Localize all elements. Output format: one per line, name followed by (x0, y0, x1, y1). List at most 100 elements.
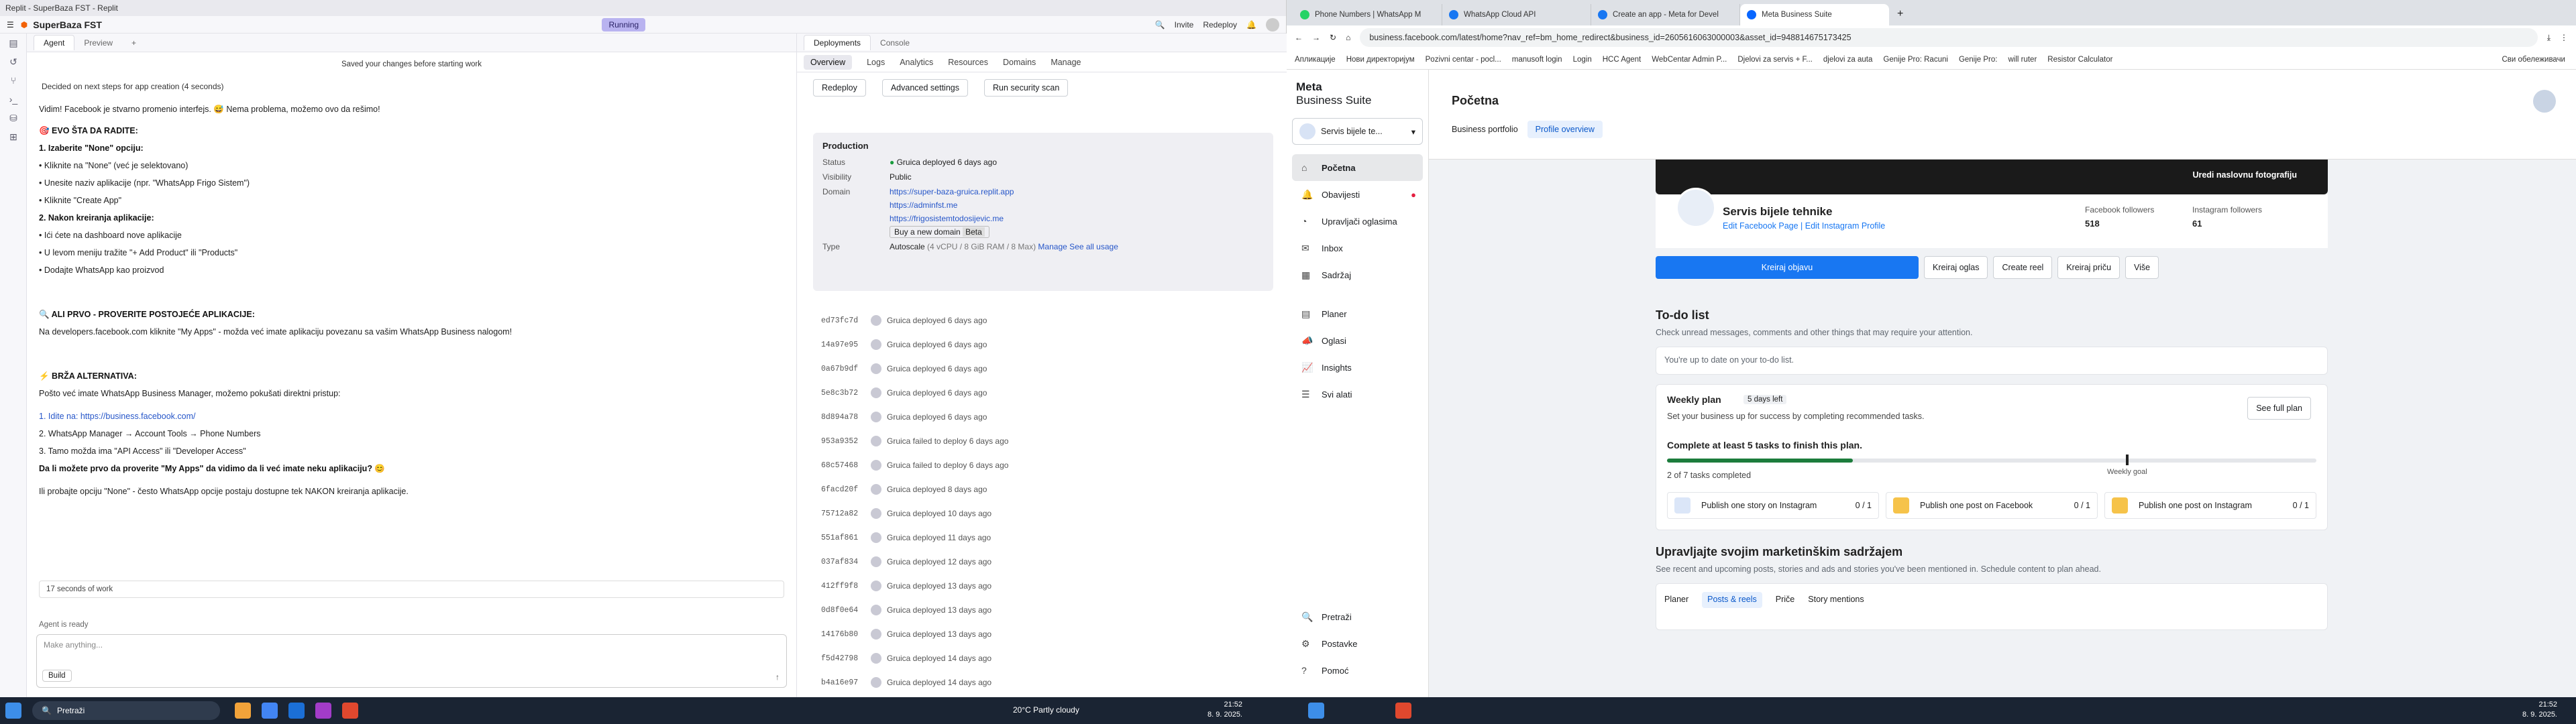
create-post-button[interactable]: Kreiraj objavu (1656, 256, 1919, 279)
sidebar-toggle-icon[interactable]: ☰ (7, 20, 14, 29)
deploy-row[interactable]: 14176b80 Gruica deployed 13 days ago (797, 622, 1273, 646)
deploy-row[interactable]: 5e8c3b72 Gruica deployed 6 days ago (797, 381, 1273, 405)
avatar[interactable] (1265, 17, 1279, 32)
taskbar-app-icon[interactable] (288, 703, 305, 719)
tab-business-portfolio[interactable]: Business portfolio (1452, 121, 1518, 138)
chrome-taskbar-icon[interactable] (342, 703, 358, 719)
add-tab-icon[interactable]: + (122, 36, 146, 50)
deploy-row[interactable]: 0d8f0e64 Gruica deployed 13 days ago (797, 598, 1273, 622)
running-status[interactable]: Running (602, 17, 646, 32)
notifications-icon[interactable]: 🔔 (1246, 20, 1256, 29)
apps-icon[interactable]: ⊞ (0, 127, 27, 146)
tab-agent[interactable]: Agent (34, 35, 75, 50)
forward-icon[interactable]: → (1312, 33, 1320, 42)
create-reel-button[interactable]: Create reel (1993, 256, 2053, 279)
send-icon[interactable]: ↑ (775, 672, 780, 682)
bookmark[interactable]: manusoft login (1512, 56, 1562, 64)
deploy-row[interactable]: 412ff9f8 Gruica deployed 13 days ago (797, 574, 1273, 598)
nav-planer[interactable]: ▤ Planer (1292, 300, 1423, 327)
reload-icon[interactable]: ↻ (1330, 33, 1336, 42)
taskbar-app-icon[interactable] (262, 703, 278, 719)
all-bookmarks[interactable]: Сви обележивачи (2502, 56, 2565, 64)
new-tab-icon[interactable]: + (1889, 8, 1911, 25)
browser-tab-active[interactable]: Meta Business Suite (1740, 4, 1889, 25)
nav-upravljaci-oglasima[interactable]: ◔ Upravljači oglasima (1292, 208, 1423, 235)
url-field[interactable]: business.facebook.com/latest/home?nav_re… (1360, 28, 2538, 47)
see-full-plan-button[interactable]: See full plan (2247, 397, 2311, 420)
browser-tab[interactable]: WhatsApp Cloud API (1442, 4, 1591, 25)
deploy-row[interactable]: b4a16e97 Gruica deployed 14 days ago (797, 670, 1273, 695)
nav-inbox[interactable]: ✉ Inbox (1292, 235, 1423, 261)
more-button[interactable]: Više (2125, 256, 2159, 279)
task-item[interactable]: Publish one story on Instagram 0 / 1 (1667, 492, 1879, 519)
domain-link-1[interactable]: https://super-baza-gruica.replit.app (890, 187, 1014, 196)
tab-price[interactable]: Priče (1776, 592, 1794, 621)
nav-pocetna[interactable]: ⌂ Početna (1292, 154, 1423, 181)
manage-link[interactable]: Manage (1038, 242, 1067, 251)
domain-link-3[interactable]: https://frigosistemtodosijevic.me (890, 214, 1004, 223)
taskbar-app-icon[interactable] (315, 703, 331, 719)
console-icon[interactable]: ›_ (0, 90, 27, 109)
menu-icon[interactable]: ⋮ (2560, 33, 2568, 42)
history-icon[interactable]: ↺ (0, 52, 27, 71)
nav-resources[interactable]: Resources (948, 58, 988, 67)
weather[interactable]: 20°C Partly cloudy (1013, 705, 1079, 715)
bookmark[interactable]: HCC Agent (1603, 56, 1642, 64)
nav-sadrzaj[interactable]: ▦ Sadržaj (1292, 261, 1423, 288)
profile-avatar[interactable] (2533, 90, 2556, 113)
redeploy-button[interactable]: Redeploy (1203, 20, 1237, 29)
taskbar-search[interactable]: 🔍 Pretraži (32, 701, 220, 720)
browser-tab[interactable]: Phone Numbers | WhatsApp M (1293, 4, 1442, 25)
clock[interactable]: 21:52 8. 9. 2025. (1208, 700, 1242, 720)
task-item[interactable]: Publish one post on Facebook 0 / 1 (1886, 492, 2098, 519)
tab-console[interactable]: Console (871, 36, 919, 50)
database-icon[interactable]: ⛁ (0, 109, 27, 127)
bookmark[interactable]: WebCentar Admin P... (1652, 56, 1727, 64)
deploy-row[interactable]: f5d42798 Gruica deployed 14 days ago (797, 646, 1273, 670)
decided-note[interactable]: Decided on next steps for app creation (… (42, 82, 224, 91)
back-icon[interactable]: ← (1295, 33, 1303, 42)
tab-planer[interactable]: Planer (1664, 592, 1688, 621)
agent-input[interactable]: Make anything... Build ↑ (36, 634, 787, 688)
bookmark[interactable]: Resistor Calculator (2047, 56, 2112, 64)
windows-start-icon[interactable] (5, 703, 21, 719)
bookmark[interactable]: Нови директоријум (1346, 56, 1415, 64)
deploy-row[interactable]: 6facd20f Gruica deployed 8 days ago (797, 477, 1273, 501)
advanced-settings-button[interactable]: Advanced settings (881, 79, 968, 97)
clock-2[interactable]: 21:52 8. 9. 2025. (2522, 700, 2557, 720)
create-story-button[interactable]: Kreiraj priču (2057, 256, 2121, 279)
invite-button[interactable]: Invite (1175, 20, 1194, 29)
redeploy-button-2[interactable]: Redeploy (813, 79, 866, 97)
app-name[interactable]: SuperBaza FST (33, 19, 102, 30)
files-icon[interactable]: ▤ (0, 34, 27, 52)
deploy-row[interactable]: ed73fc7d Gruica deployed 6 days ago (797, 308, 1273, 333)
taskbar-app-icon[interactable] (235, 703, 251, 719)
tab-deployments[interactable]: Deployments (804, 35, 871, 50)
nav-insights[interactable]: 📈 Insights (1292, 354, 1423, 381)
bookmark[interactable]: Djelovi za servis + F... (1737, 56, 1813, 64)
buy-domain-button[interactable]: Buy a new domain Beta (890, 226, 989, 238)
bookmark[interactable]: Login (1573, 56, 1592, 64)
deploy-row[interactable]: 551af861 Gruica deployed 11 days ago (797, 526, 1273, 550)
deploy-row[interactable]: 68c57468 Gruica failed to deploy 6 days a… (797, 453, 1273, 477)
nav-pretrazi[interactable]: 🔍 Pretraži (1292, 603, 1423, 630)
windows-start-icon-2[interactable] (1308, 703, 1324, 719)
deploy-row[interactable]: 037af834 Gruica deployed 12 days ago (797, 550, 1273, 574)
nav-postavke[interactable]: ⚙ Postavke (1292, 630, 1423, 657)
deploy-row[interactable]: 0a67b9df Gruica deployed 6 days ago (797, 357, 1273, 381)
tab-profile-overview[interactable]: Profile overview (1527, 121, 1603, 138)
bookmark[interactable]: Genije Pro: (1959, 56, 1998, 64)
bookmark[interactable]: Pozivni centar - pocl... (1426, 56, 1501, 64)
nav-svi-alati[interactable]: ☰ Svi alati (1292, 381, 1423, 408)
domain-link-2[interactable]: https://adminfst.me (890, 200, 957, 210)
input-placeholder[interactable]: Make anything... (37, 635, 786, 655)
git-icon[interactable]: ⑂ (0, 71, 27, 90)
edit-cover-button[interactable]: Uredi naslovnu fotografiju (2192, 170, 2297, 180)
account-switcher[interactable]: Servis bijele te... ▾ (1292, 118, 1423, 145)
security-scan-button[interactable]: Run security scan (983, 79, 1069, 97)
bookmark[interactable]: djelovi za auta (1823, 56, 1873, 64)
chrome-taskbar-icon-2[interactable] (1395, 703, 1411, 719)
task-item[interactable]: Publish one post on Instagram 0 / 1 (2104, 492, 2316, 519)
nav-oglasi[interactable]: 📣 Oglasi (1292, 327, 1423, 354)
tab-story-mentions[interactable]: Story mentions (1808, 592, 1864, 621)
